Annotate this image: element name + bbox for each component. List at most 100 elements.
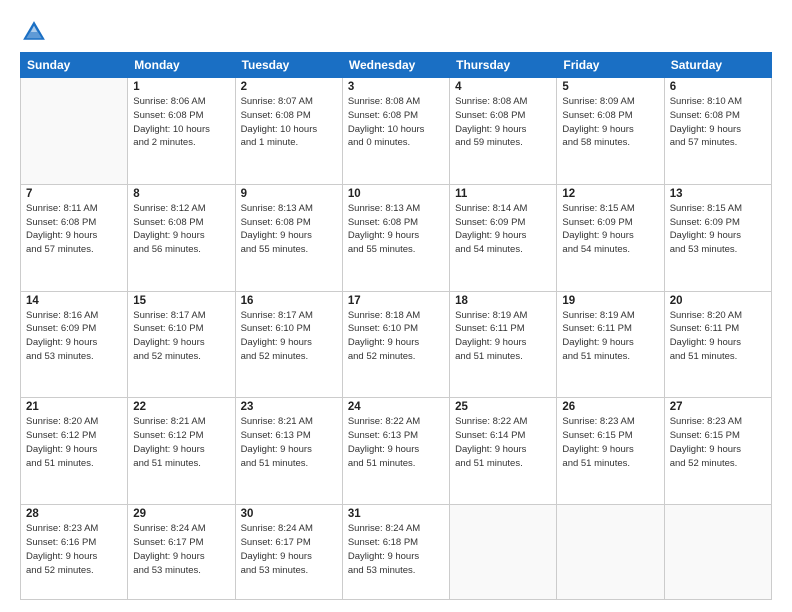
day-number: 25: [455, 401, 551, 413]
calendar-cell: 4 Sunrise: 8:08 AM Sunset: 6:08 PM Daylig…: [450, 78, 557, 185]
day-info: Sunrise: 8:08 AM Sunset: 6:08 PM Dayligh…: [455, 95, 551, 150]
day-info: Sunrise: 8:20 AM Sunset: 6:11 PM Dayligh…: [670, 309, 766, 364]
day-info: Sunrise: 8:24 AM Sunset: 6:18 PM Dayligh…: [348, 522, 444, 577]
calendar-cell: 13Sunrise: 8:15 AM Sunset: 6:09 PM Dayli…: [664, 184, 771, 291]
day-number: 30: [241, 508, 337, 520]
day-info: Sunrise: 8:22 AM Sunset: 6:13 PM Dayligh…: [348, 415, 444, 470]
day-number: 7: [26, 188, 122, 200]
calendar-cell: 6 Sunrise: 8:10 AM Sunset: 6:08 PM Daylig…: [664, 78, 771, 185]
day-number: 28: [26, 508, 122, 520]
day-info: Sunrise: 8:13 AM Sunset: 6:08 PM Dayligh…: [348, 202, 444, 257]
calendar-cell: 23 Sunrise: 8:21 AM Sunset: 6:13 PM Dayli…: [235, 398, 342, 505]
day-info: Sunrise: 8:21 AM Sunset: 6:13 PM Dayligh…: [241, 415, 337, 470]
calendar-cell: 9 Sunrise: 8:13 AM Sunset: 6:08 PM Daylig…: [235, 184, 342, 291]
calendar-cell: 15 Sunrise: 8:17 AM Sunset: 6:10 PM Dayli…: [128, 291, 235, 398]
calendar-cell: 5 Sunrise: 8:09 AM Sunset: 6:08 PM Daylig…: [557, 78, 664, 185]
day-number: 27: [670, 401, 766, 413]
week-row-2: 7 Sunrise: 8:11 AM Sunset: 6:08 PM Daylig…: [21, 184, 772, 291]
day-info: Sunrise: 8:20 AM Sunset: 6:12 PM Dayligh…: [26, 415, 122, 470]
calendar-cell: 26 Sunrise: 8:23 AM Sunset: 6:15 PM Dayli…: [557, 398, 664, 505]
day-info: Sunrise: 8:24 AM Sunset: 6:17 PM Dayligh…: [241, 522, 337, 577]
weekday-header-wednesday: Wednesday: [342, 53, 449, 78]
day-number: 3: [348, 81, 444, 93]
calendar-cell: 12 Sunrise: 8:15 AM Sunset: 6:09 PM Dayli…: [557, 184, 664, 291]
week-row-5: 28 Sunrise: 8:23 AM Sunset: 6:16 PM Dayli…: [21, 505, 772, 600]
day-number: 4: [455, 81, 551, 93]
calendar-cell: 10Sunrise: 8:13 AM Sunset: 6:08 PM Dayli…: [342, 184, 449, 291]
day-info: Sunrise: 8:18 AM Sunset: 6:10 PM Dayligh…: [348, 309, 444, 364]
day-info: Sunrise: 8:13 AM Sunset: 6:08 PM Dayligh…: [241, 202, 337, 257]
logo: [20, 18, 52, 46]
day-info: Sunrise: 8:21 AM Sunset: 6:12 PM Dayligh…: [133, 415, 229, 470]
day-number: 12: [562, 188, 658, 200]
calendar-cell: 17 Sunrise: 8:18 AM Sunset: 6:10 PM Dayli…: [342, 291, 449, 398]
day-info: Sunrise: 8:19 AM Sunset: 6:11 PM Dayligh…: [562, 309, 658, 364]
calendar-cell: 8Sunrise: 8:12 AM Sunset: 6:08 PM Daylig…: [128, 184, 235, 291]
day-info: Sunrise: 8:07 AM Sunset: 6:08 PM Dayligh…: [241, 95, 337, 150]
day-info: Sunrise: 8:24 AM Sunset: 6:17 PM Dayligh…: [133, 522, 229, 577]
day-info: Sunrise: 8:09 AM Sunset: 6:08 PM Dayligh…: [562, 95, 658, 150]
day-number: 18: [455, 295, 551, 307]
day-number: 15: [133, 295, 229, 307]
day-info: Sunrise: 8:17 AM Sunset: 6:10 PM Dayligh…: [241, 309, 337, 364]
day-number: 2: [241, 81, 337, 93]
day-number: 13: [670, 188, 766, 200]
day-info: Sunrise: 8:22 AM Sunset: 6:14 PM Dayligh…: [455, 415, 551, 470]
day-number: 8: [133, 188, 229, 200]
day-info: Sunrise: 8:06 AM Sunset: 6:08 PM Dayligh…: [133, 95, 229, 150]
calendar-cell: [557, 505, 664, 600]
calendar-cell: [21, 78, 128, 185]
week-row-3: 14 Sunrise: 8:16 AM Sunset: 6:09 PM Dayli…: [21, 291, 772, 398]
weekday-header-friday: Friday: [557, 53, 664, 78]
week-row-4: 21 Sunrise: 8:20 AM Sunset: 6:12 PM Dayli…: [21, 398, 772, 505]
calendar-cell: 18Sunrise: 8:19 AM Sunset: 6:11 PM Dayli…: [450, 291, 557, 398]
day-number: 21: [26, 401, 122, 413]
day-number: 17: [348, 295, 444, 307]
calendar-cell: 24 Sunrise: 8:22 AM Sunset: 6:13 PM Dayli…: [342, 398, 449, 505]
weekday-header-tuesday: Tuesday: [235, 53, 342, 78]
day-info: Sunrise: 8:10 AM Sunset: 6:08 PM Dayligh…: [670, 95, 766, 150]
day-info: Sunrise: 8:17 AM Sunset: 6:10 PM Dayligh…: [133, 309, 229, 364]
page: SundayMondayTuesdayWednesdayThursdayFrid…: [0, 0, 792, 612]
calendar-cell: 27Sunrise: 8:23 AM Sunset: 6:15 PM Dayli…: [664, 398, 771, 505]
day-number: 31: [348, 508, 444, 520]
day-number: 19: [562, 295, 658, 307]
day-info: Sunrise: 8:23 AM Sunset: 6:15 PM Dayligh…: [562, 415, 658, 470]
weekday-header-thursday: Thursday: [450, 53, 557, 78]
calendar-cell: 7 Sunrise: 8:11 AM Sunset: 6:08 PM Daylig…: [21, 184, 128, 291]
day-info: Sunrise: 8:11 AM Sunset: 6:08 PM Dayligh…: [26, 202, 122, 257]
weekday-header-monday: Monday: [128, 53, 235, 78]
calendar-cell: 20 Sunrise: 8:20 AM Sunset: 6:11 PM Dayli…: [664, 291, 771, 398]
day-number: 24: [348, 401, 444, 413]
day-number: 22: [133, 401, 229, 413]
day-number: 5: [562, 81, 658, 93]
day-info: Sunrise: 8:15 AM Sunset: 6:09 PM Dayligh…: [562, 202, 658, 257]
day-number: 20: [670, 295, 766, 307]
day-info: Sunrise: 8:14 AM Sunset: 6:09 PM Dayligh…: [455, 202, 551, 257]
calendar-cell: 14 Sunrise: 8:16 AM Sunset: 6:09 PM Dayli…: [21, 291, 128, 398]
week-row-1: 1Sunrise: 8:06 AM Sunset: 6:08 PM Daylig…: [21, 78, 772, 185]
calendar-cell: [664, 505, 771, 600]
day-number: 9: [241, 188, 337, 200]
calendar-cell: 21 Sunrise: 8:20 AM Sunset: 6:12 PM Dayli…: [21, 398, 128, 505]
day-info: Sunrise: 8:23 AM Sunset: 6:16 PM Dayligh…: [26, 522, 122, 577]
day-number: 14: [26, 295, 122, 307]
calendar-cell: 31 Sunrise: 8:24 AM Sunset: 6:18 PM Dayli…: [342, 505, 449, 600]
calendar-cell: 30 Sunrise: 8:24 AM Sunset: 6:17 PM Dayli…: [235, 505, 342, 600]
day-info: Sunrise: 8:16 AM Sunset: 6:09 PM Dayligh…: [26, 309, 122, 364]
calendar-cell: 11 Sunrise: 8:14 AM Sunset: 6:09 PM Dayli…: [450, 184, 557, 291]
day-info: Sunrise: 8:08 AM Sunset: 6:08 PM Dayligh…: [348, 95, 444, 150]
calendar-cell: 29 Sunrise: 8:24 AM Sunset: 6:17 PM Dayli…: [128, 505, 235, 600]
day-number: 16: [241, 295, 337, 307]
calendar-cell: 1Sunrise: 8:06 AM Sunset: 6:08 PM Daylig…: [128, 78, 235, 185]
calendar-cell: 3 Sunrise: 8:08 AM Sunset: 6:08 PM Daylig…: [342, 78, 449, 185]
calendar-cell: 2 Sunrise: 8:07 AM Sunset: 6:08 PM Daylig…: [235, 78, 342, 185]
day-number: 29: [133, 508, 229, 520]
day-number: 6: [670, 81, 766, 93]
day-number: 23: [241, 401, 337, 413]
calendar-cell: [450, 505, 557, 600]
day-number: 11: [455, 188, 551, 200]
day-number: 26: [562, 401, 658, 413]
calendar-cell: 25 Sunrise: 8:22 AM Sunset: 6:14 PM Dayli…: [450, 398, 557, 505]
header: [20, 18, 772, 46]
